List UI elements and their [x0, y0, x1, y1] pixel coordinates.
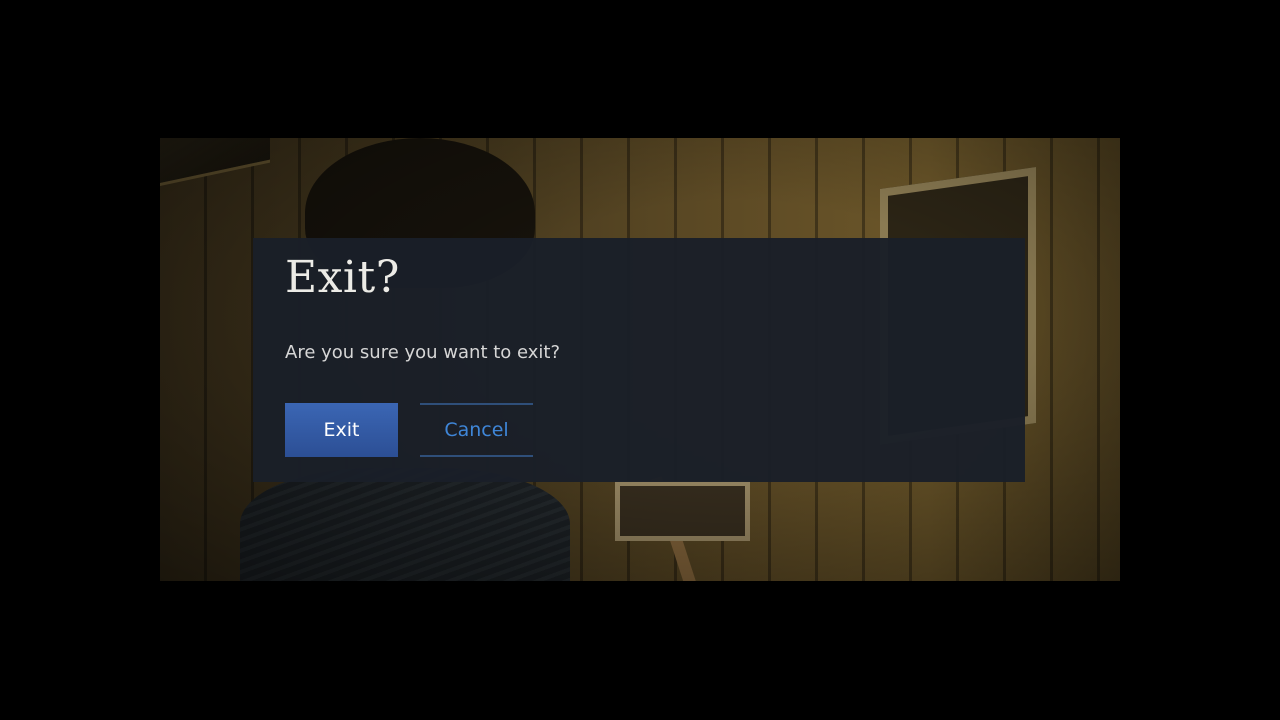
cancel-button[interactable]: Cancel: [420, 403, 533, 457]
player-screen: Exit? Are you sure you want to exit? Exi…: [0, 0, 1280, 720]
exit-dialog: Exit? Are you sure you want to exit? Exi…: [253, 238, 1025, 482]
dialog-title: Exit?: [285, 252, 400, 303]
dialog-message: Are you sure you want to exit?: [285, 342, 561, 363]
exit-button[interactable]: Exit: [285, 403, 398, 457]
